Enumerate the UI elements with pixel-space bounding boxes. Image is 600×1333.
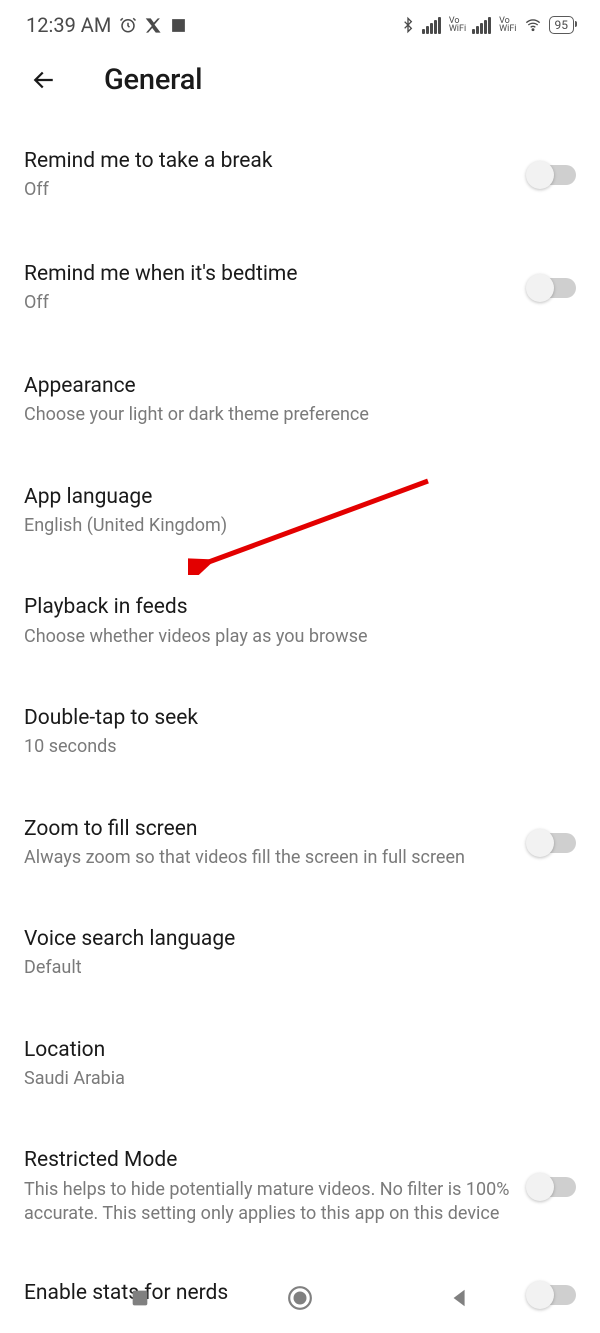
setting-label: Voice search language — [24, 926, 576, 953]
setting-label: Restricted Mode — [24, 1147, 518, 1174]
setting-sub: This helps to hide potentially mature vi… — [24, 1178, 518, 1227]
setting-language[interactable]: App language English (United Kingdom) — [24, 450, 576, 561]
page-title: General — [104, 63, 202, 97]
settings-list: Remind me to take a break Off Remind me … — [0, 128, 600, 1333]
setting-label: Location — [24, 1037, 576, 1064]
toggle-bedtime[interactable] — [530, 278, 576, 298]
setting-playback[interactable]: Playback in feeds Choose whether videos … — [24, 560, 576, 671]
setting-sub: English (United Kingdom) — [24, 514, 576, 538]
status-left: 12:39 AM — [26, 13, 187, 37]
toggle-zoom[interactable] — [530, 833, 576, 853]
alarm-icon — [119, 16, 137, 34]
setting-label: Appearance — [24, 373, 576, 400]
setting-sub: Default — [24, 956, 576, 980]
status-right: VoWiFi VoWiFi 95 — [400, 16, 574, 34]
setting-label: Remind me to take a break — [24, 148, 518, 175]
back-button[interactable] — [26, 62, 62, 98]
signal-bars-2 — [472, 17, 491, 34]
setting-break[interactable]: Remind me to take a break Off — [24, 128, 576, 225]
setting-restricted[interactable]: Restricted Mode This helps to hide poten… — [24, 1113, 576, 1248]
vowifi-label-1: VoWiFi — [449, 17, 466, 33]
signal-bars-1 — [422, 17, 441, 34]
battery-indicator: 95 — [549, 16, 575, 34]
setting-sub: Off — [24, 178, 518, 202]
setting-sub: Saudi Arabia — [24, 1067, 576, 1091]
nav-back-button[interactable] — [445, 1283, 475, 1313]
nav-recent-button[interactable] — [125, 1283, 155, 1313]
bluetooth-icon — [400, 16, 416, 34]
setting-label: App language — [24, 484, 576, 511]
setting-bedtime[interactable]: Remind me when it's bedtime Off — [24, 225, 576, 338]
setting-appearance[interactable]: Appearance Choose your light or dark the… — [24, 337, 576, 450]
toggle-break[interactable] — [530, 165, 576, 185]
setting-sub: Off — [24, 291, 518, 315]
setting-sub: Choose whether videos play as you browse — [24, 625, 576, 649]
navigation-bar — [0, 1273, 600, 1333]
setting-sub: 10 seconds — [24, 735, 576, 759]
wifi-icon — [523, 17, 543, 33]
setting-label: Playback in feeds — [24, 594, 576, 621]
nav-home-button[interactable] — [285, 1283, 315, 1313]
setting-location[interactable]: Location Saudi Arabia — [24, 1003, 576, 1114]
setting-zoom[interactable]: Zoom to fill screen Always zoom so that … — [24, 782, 576, 893]
toggle-restricted[interactable] — [530, 1177, 576, 1197]
setting-seek[interactable]: Double-tap to seek 10 seconds — [24, 671, 576, 782]
status-bar: 12:39 AM VoWiFi VoWiFi 95 — [0, 0, 600, 48]
setting-label: Remind me when it's bedtime — [24, 261, 518, 288]
page-header: General — [0, 48, 600, 128]
vowifi-label-2: VoWiFi — [499, 17, 516, 33]
setting-sub: Always zoom so that videos fill the scre… — [24, 846, 518, 870]
x-icon — [145, 17, 162, 34]
setting-voice[interactable]: Voice search language Default — [24, 892, 576, 1003]
setting-label: Double-tap to seek — [24, 705, 576, 732]
setting-label: Zoom to fill screen — [24, 816, 518, 843]
square-icon — [170, 17, 187, 34]
status-time: 12:39 AM — [26, 13, 111, 37]
setting-sub: Choose your light or dark theme preferen… — [24, 403, 576, 427]
